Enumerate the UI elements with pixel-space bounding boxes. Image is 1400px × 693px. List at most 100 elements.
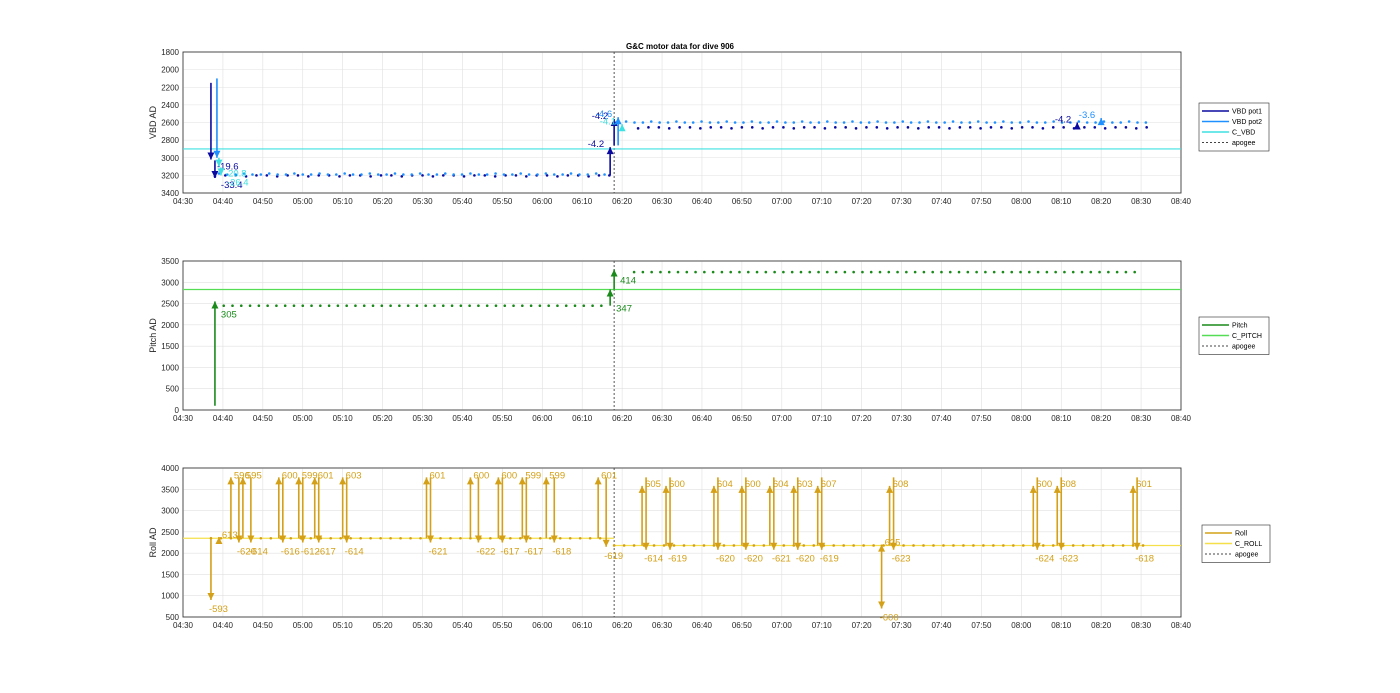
roll-point: [782, 544, 786, 547]
x-tick-label: 07:40: [931, 197, 952, 206]
roll-point: [548, 536, 552, 540]
vbd-point: [761, 127, 764, 130]
data-label: 601: [1136, 479, 1152, 490]
x-tick-label: 06:30: [652, 197, 673, 206]
pitch-point: [354, 304, 357, 308]
vbd-point: [792, 121, 796, 124]
vbd-point: [460, 173, 464, 176]
data-label: -624: [1035, 554, 1054, 565]
vbd-point: [851, 120, 854, 123]
vbd-point: [561, 173, 564, 176]
vbd-point: [443, 172, 447, 175]
roll-point: [598, 536, 602, 540]
roll-point: [872, 544, 875, 547]
x-tick-label: 07:50: [971, 621, 992, 630]
pitch-point: [468, 304, 471, 308]
vbd-point: [700, 120, 703, 123]
pitch-point: [650, 270, 653, 274]
vbd-point: [979, 127, 982, 130]
legend-entry: Roll: [1235, 531, 1248, 538]
vbd-point: [390, 174, 393, 177]
pitch-point: [336, 304, 340, 308]
pitch-point: [485, 304, 489, 308]
vbd-point: [771, 126, 775, 129]
pitch-point: [319, 304, 322, 308]
x-tick-label: 04:50: [253, 621, 274, 630]
roll-point: [672, 544, 676, 547]
data-label: -3.6: [1079, 110, 1095, 121]
vbd-point: [525, 175, 528, 178]
vbd-point: [742, 121, 745, 124]
vbd-point: [1134, 127, 1138, 130]
data-label: 600: [1036, 479, 1052, 490]
pitch-point: [494, 304, 498, 308]
x-tick-label: 06:00: [532, 414, 553, 423]
vbd-point: [943, 121, 946, 124]
vbd-point: [527, 173, 531, 176]
vbd-point: [502, 173, 506, 176]
vbd-point: [624, 120, 628, 123]
pitch-point: [746, 270, 750, 274]
pitch-point: [1071, 270, 1075, 274]
vbd-point: [544, 172, 548, 175]
pitch-point: [975, 270, 978, 274]
pitch-point: [826, 270, 829, 274]
x-tick-label: 05:00: [293, 414, 314, 423]
vbd-point: [1094, 121, 1097, 124]
vbd-point: [307, 175, 310, 178]
data-label: -4.2: [588, 139, 604, 150]
vbd-point: [1043, 121, 1047, 124]
data-label: -617: [500, 547, 519, 558]
pitch-point: [1080, 270, 1084, 274]
vbd-point: [594, 172, 598, 175]
pitch-point: [905, 270, 908, 274]
x-tick-label: 08:30: [1131, 197, 1152, 206]
pitch-point: [582, 304, 586, 308]
vbd-point: [556, 175, 559, 178]
vbd-point: [767, 121, 770, 124]
x-tick-label: 06:00: [532, 197, 553, 206]
pitch-point: [799, 270, 803, 274]
vbd-point: [462, 175, 466, 178]
roll-point: [832, 544, 835, 547]
vbd-point: [699, 127, 702, 130]
legend-entry: C_VBD: [1232, 130, 1255, 137]
vbd-point: [393, 172, 397, 175]
x-tick-label: 08:40: [1171, 621, 1192, 630]
vbd-point: [318, 172, 321, 175]
x-tick-label: 07:50: [971, 414, 992, 423]
roll-point: [538, 536, 542, 540]
roll-point: [1051, 544, 1055, 547]
pitch-point: [371, 304, 375, 308]
data-label: -623: [1059, 554, 1078, 565]
data-label: 603: [346, 470, 362, 481]
roll-point: [379, 536, 382, 540]
data-label: 599: [549, 470, 565, 481]
pitch-point: [345, 304, 348, 308]
y-tick-label: 3000: [161, 507, 179, 516]
roll-point: [529, 536, 532, 540]
data-label: 595: [246, 470, 262, 481]
x-tick-label: 07:40: [931, 621, 952, 630]
pitch-point: [239, 304, 243, 308]
x-tick-label: 06:20: [612, 621, 633, 630]
vbd-point: [1119, 121, 1123, 124]
x-tick-label: 05:40: [452, 414, 473, 423]
vbd-point: [876, 120, 879, 123]
roll-point: [1012, 544, 1015, 547]
pitch-point: [1028, 270, 1031, 274]
roll-point: [259, 536, 263, 540]
vbd-point: [251, 173, 254, 176]
data-label: 607: [821, 479, 837, 490]
x-tick-label: 07:40: [931, 414, 952, 423]
x-tick-label: 07:50: [971, 197, 992, 206]
vbd-point: [896, 126, 899, 129]
legend-entry: C_ROLL: [1235, 541, 1262, 548]
y-axis-label: VBD AD: [148, 105, 158, 139]
vbd-point: [1085, 121, 1089, 124]
pitch-point: [966, 270, 970, 274]
vbd-point: [951, 120, 955, 123]
pitch-point: [957, 270, 961, 274]
roll-point: [972, 544, 975, 547]
x-tick-label: 07:20: [852, 621, 873, 630]
